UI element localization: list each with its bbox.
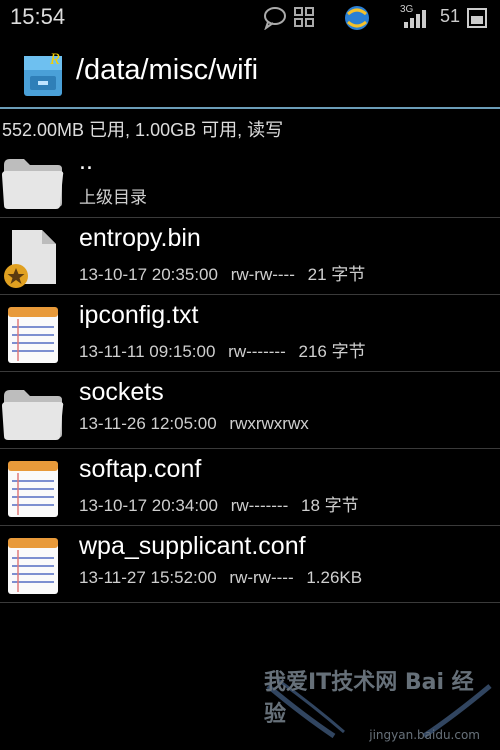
file-permissions: rwxrwxrwx [229,414,309,433]
binary-file-icon [4,230,56,288]
grid-icon [294,7,314,27]
file-name: wpa_supplicant.conf [79,532,306,560]
list-item-file[interactable]: wpa_supplicant.conf 13-11-27 15:52:00 rw… [0,526,500,603]
status-bar: 15:54 3G 51 [0,0,500,38]
storage-info: 552.00MB 已用, 1.00GB 可用, 读写 [2,120,284,140]
file-meta: 上级目录 [79,183,155,208]
text-file-icon [8,307,58,363]
file-meta: 13-10-17 20:34:00 rw------- 18 字节 [79,491,367,516]
signal-icon [404,10,426,28]
file-name: sockets [79,378,164,406]
file-manager-icon[interactable]: R [20,48,66,98]
list-item-parent[interactable]: .. 上级目录 [0,141,500,218]
file-name: entropy.bin [79,224,201,252]
file-meta: 13-11-26 12:05:00 rwxrwxrwx [79,414,317,434]
file-date: 13-11-27 15:52:00 [79,568,217,587]
file-permissions: rw-rw---- [229,568,294,587]
folder-icon [2,159,64,209]
svg-text:R: R [49,51,60,68]
file-list: .. 上级目录 entropy.bin 13-10-17 20:35:00 rw… [0,141,500,603]
list-item-file[interactable]: softap.conf 13-10-17 20:34:00 rw------- … [0,449,500,526]
sync-globe-icon [345,6,369,30]
status-time: 15:54 [10,4,66,29]
file-meta: 13-11-27 15:52:00 rw-rw---- 1.26KB [79,568,370,588]
file-permissions: rw-rw---- [230,265,295,284]
file-size: 18 字节 [301,496,359,515]
file-name: softap.conf [79,455,202,483]
file-date: 13-11-26 12:05:00 [79,414,217,433]
list-item-folder[interactable]: sockets 13-11-26 12:05:00 rwxrwxrwx [0,372,500,449]
file-date: 上级目录 [79,188,147,207]
folder-icon [2,390,64,440]
file-size: 216 字节 [298,342,366,361]
file-name: ipconfig.txt [79,301,199,329]
file-meta: 13-10-17 20:35:00 rw-rw---- 21 字节 [79,260,373,285]
watermark-url: jingyan.baidu.com [369,728,480,742]
list-item-file[interactable]: ipconfig.txt 13-11-11 09:15:00 rw-------… [0,295,500,372]
file-permissions: rw------- [230,496,289,515]
file-date: 13-10-17 20:34:00 [79,496,218,515]
text-file-icon [8,461,58,517]
list-item-file[interactable]: entropy.bin 13-10-17 20:35:00 rw-rw---- … [0,218,500,295]
file-size: 1.26KB [306,568,363,587]
file-name: .. [79,147,93,175]
file-date: 13-11-11 09:15:00 [79,342,216,361]
file-date: 13-10-17 20:35:00 [79,265,218,284]
chat-bubble-icon [264,7,286,30]
battery-level: 51 [439,6,460,26]
watermark-text: 我爱IT技术网 Bai 经验 [264,670,474,727]
path-header: R /data/misc/wifi [0,38,500,108]
watermark: 我爱IT技术网 Bai 经验 jingyan.baidu.com [264,670,494,746]
header-divider [0,107,500,109]
current-path: /data/misc/wifi [76,54,259,86]
battery-icon [467,8,487,28]
file-meta: 13-11-11 09:15:00 rw------- 216 字节 [79,337,374,362]
file-permissions: rw------- [228,342,286,361]
text-file-icon [8,538,58,594]
file-size: 21 字节 [307,265,366,284]
